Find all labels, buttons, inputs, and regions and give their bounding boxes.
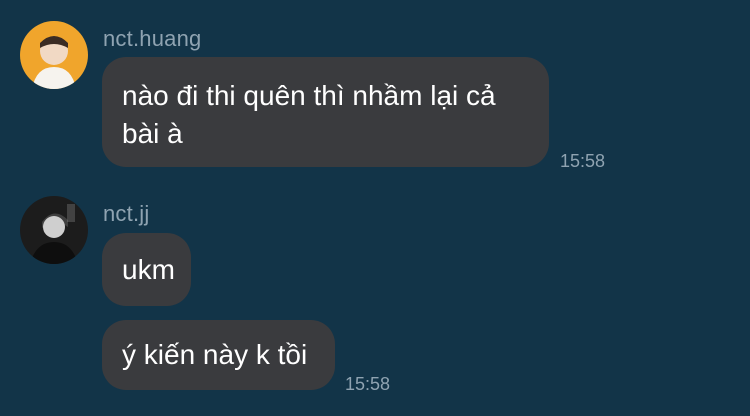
- avatar-nct-jj[interactable]: [20, 196, 88, 264]
- avatar-photo-icon: [20, 21, 88, 89]
- message-text: ý kiến này k tồi: [122, 339, 308, 370]
- message-bubble[interactable]: ukm: [102, 233, 191, 306]
- message-timestamp: 15:58: [560, 151, 606, 171]
- message-timestamp: 15:58: [345, 374, 391, 394]
- avatar-photo-icon: [20, 196, 88, 264]
- message-bubble[interactable]: ý kiến này k tồi: [102, 320, 335, 390]
- sender-name: nct.huang: [103, 26, 202, 51]
- avatar-nct-huang[interactable]: [20, 21, 88, 89]
- message-bubble[interactable]: nào đi thi quên thì nhầm lại cả bài à: [102, 57, 549, 167]
- sender-name: nct.jj: [103, 201, 150, 226]
- message-text: ukm: [122, 253, 175, 285]
